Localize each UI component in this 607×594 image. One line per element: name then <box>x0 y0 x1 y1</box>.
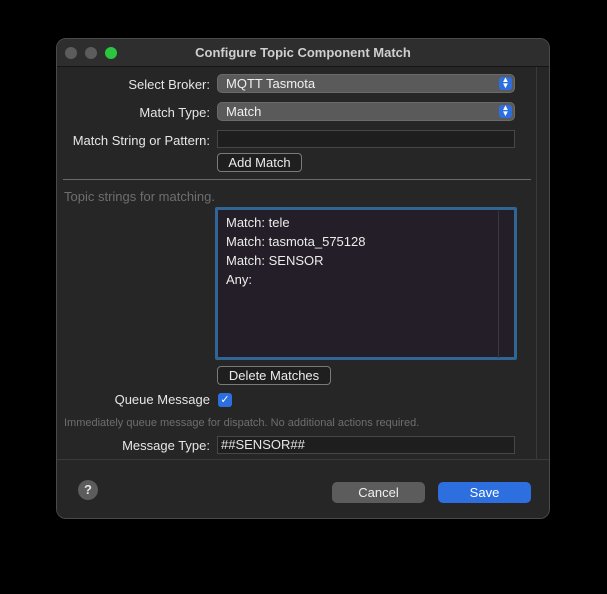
cancel-button[interactable]: Cancel <box>332 482 425 503</box>
broker-label: Select Broker: <box>128 77 210 92</box>
dialog-footer: ? Cancel Save <box>57 459 549 518</box>
list-item[interactable]: Any: <box>226 270 365 289</box>
delete-matches-button[interactable]: Delete Matches <box>217 366 331 385</box>
matches-list[interactable]: Match: tele Match: tasmota_575128 Match:… <box>215 207 517 360</box>
list-item[interactable]: Match: tele <box>226 213 365 232</box>
broker-select[interactable]: MQTT Tasmota ▲ ▼ <box>217 74 515 93</box>
up-down-chevron-icon: ▲ ▼ <box>499 104 512 118</box>
form-content: Select Broker: MQTT Tasmota ▲ ▼ Match Typ… <box>57 67 535 459</box>
broker-select-value: MQTT Tasmota <box>226 76 316 91</box>
queue-message-checkbox[interactable]: ✓ <box>218 393 232 407</box>
message-type-input[interactable]: ##SENSOR## <box>217 436 515 454</box>
list-item[interactable]: Match: tasmota_575128 <box>226 232 365 251</box>
match-type-label: Match Type: <box>139 105 210 120</box>
up-down-chevron-icon: ▲ ▼ <box>499 76 512 90</box>
pattern-input[interactable] <box>217 130 515 148</box>
add-match-button[interactable]: Add Match <box>217 153 302 172</box>
section-divider <box>63 179 531 180</box>
matches-rows: Match: tele Match: tasmota_575128 Match:… <box>226 213 365 289</box>
dialog-window: Configure Topic Component Match Select B… <box>56 38 550 519</box>
checkmark-icon: ✓ <box>220 394 230 406</box>
match-type-select[interactable]: Match ▲ ▼ <box>217 102 515 121</box>
match-type-select-value: Match <box>226 104 262 119</box>
help-button[interactable]: ? <box>78 480 98 500</box>
queue-message-hint: Immediately queue message for dispatch. … <box>64 417 420 429</box>
title-bar: Configure Topic Component Match <box>57 39 549 67</box>
form-scrollbar[interactable] <box>536 67 549 459</box>
save-button[interactable]: Save <box>438 482 531 503</box>
topic-strings-hint: Topic strings for matching. <box>64 189 216 204</box>
list-scrollbar[interactable] <box>498 211 512 358</box>
message-type-label: Message Type: <box>122 438 210 453</box>
pattern-label: Match String or Pattern: <box>72 133 210 148</box>
list-item[interactable]: Match: SENSOR <box>226 251 365 270</box>
window-title: Configure Topic Component Match <box>195 45 411 60</box>
queue-message-label: Queue Message <box>114 392 210 407</box>
